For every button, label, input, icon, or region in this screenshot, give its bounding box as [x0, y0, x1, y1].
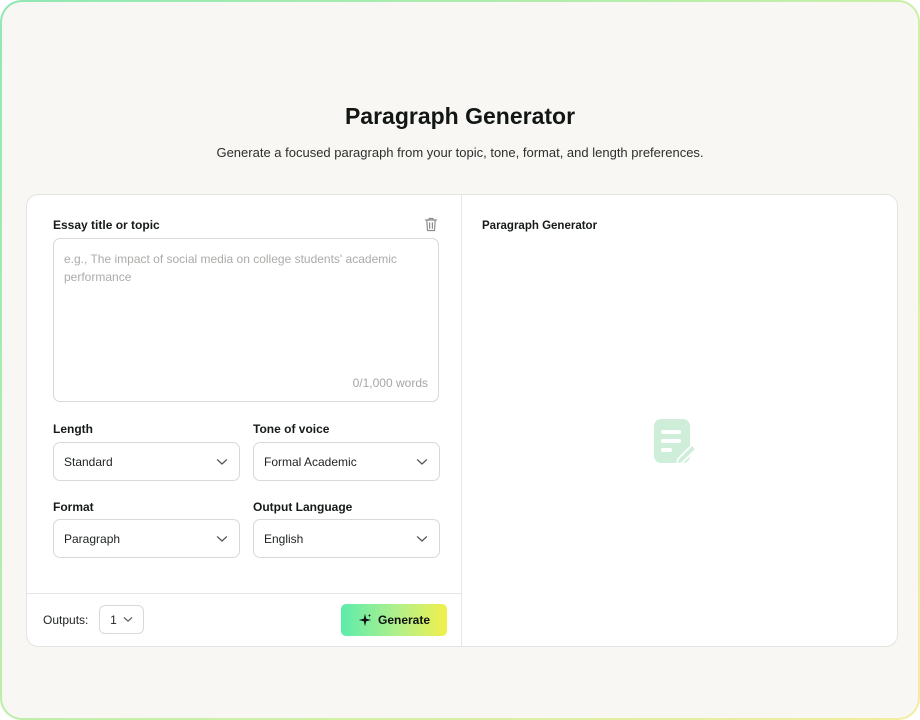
page-subtitle: Generate a focused paragraph from your t… [216, 145, 704, 160]
length-select[interactable]: Standard [53, 442, 240, 481]
chevron-down-icon [216, 535, 228, 542]
topic-label: Essay title or topic [53, 218, 160, 232]
outputs-value: 1 [110, 612, 117, 627]
word-count: 0/1,000 words [352, 376, 428, 390]
length-label: Length [53, 422, 93, 436]
output-panel: Paragraph Generator [462, 195, 897, 646]
topic-input[interactable] [54, 239, 438, 369]
chevron-down-icon [123, 617, 133, 622]
sparkle-icon [358, 613, 372, 627]
generate-label: Generate [377, 613, 431, 627]
chevron-down-icon [416, 535, 428, 542]
outputs-select[interactable]: 1 [99, 605, 144, 634]
chevron-down-icon [416, 458, 428, 465]
input-panel: Essay title or topic 0/1,000 words Lengt… [27, 195, 462, 646]
output-panel-title: Paragraph Generator [482, 220, 598, 232]
trash-icon[interactable] [423, 216, 439, 233]
document-edit-icon [654, 419, 697, 465]
chevron-down-icon [216, 458, 228, 465]
length-value: Standard [64, 454, 113, 469]
form-footer: Outputs: 1 Generate [27, 593, 461, 646]
generator-card: Essay title or topic 0/1,000 words Lengt… [26, 194, 898, 647]
format-label: Format [53, 500, 94, 514]
tone-select[interactable]: Formal Academic [253, 442, 440, 481]
outputs-label: Outputs: [43, 613, 89, 627]
format-select[interactable]: Paragraph [53, 519, 240, 558]
tone-label: Tone of voice [253, 422, 330, 436]
page-title: Paragraph Generator [344, 103, 576, 129]
language-value: English [264, 531, 304, 546]
language-select[interactable]: English [253, 519, 440, 558]
app-background: Paragraph Generator Generate a focused p… [2, 2, 918, 718]
app-frame: Paragraph Generator Generate a focused p… [0, 0, 920, 720]
tone-value: Formal Academic [264, 454, 357, 469]
format-value: Paragraph [64, 531, 121, 546]
language-label: Output Language [253, 500, 353, 514]
topic-input-wrapper: 0/1,000 words [53, 238, 439, 402]
generate-button[interactable]: Generate [341, 604, 447, 636]
